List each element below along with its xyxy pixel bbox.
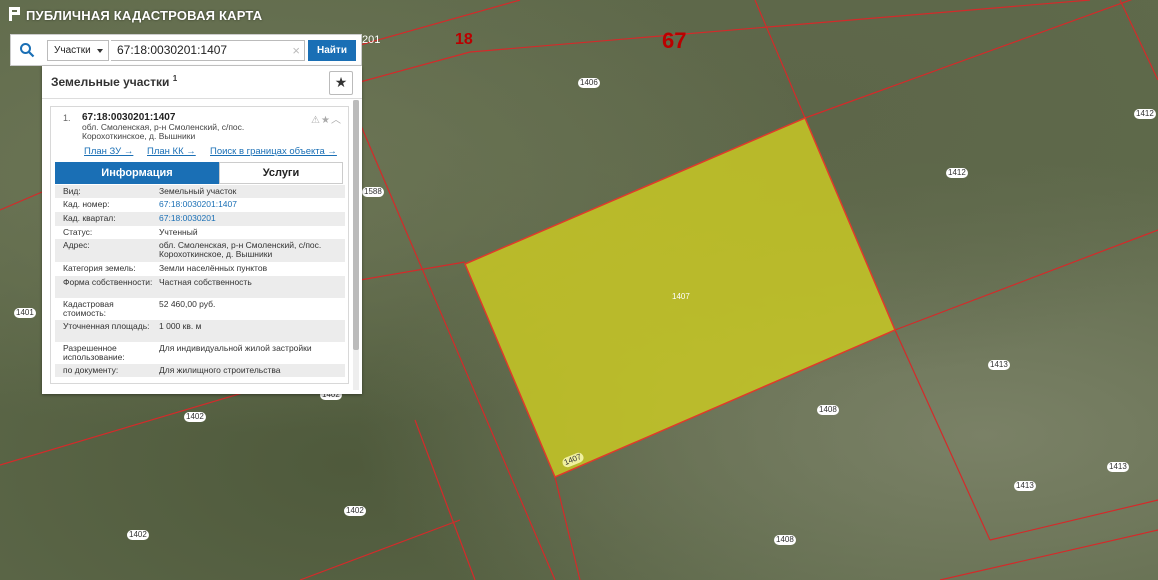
info-row: по документу: Для жилищного строительства xyxy=(55,364,345,377)
info-value-link[interactable]: 67:18:0030201:1407 xyxy=(159,200,339,209)
info-value: Частная собственность xyxy=(159,277,252,287)
info-key: Вид: xyxy=(63,186,81,196)
parcel-label[interactable]: 1588 xyxy=(362,187,384,197)
info-key: Кад. квартал: xyxy=(63,213,116,223)
search-scope-value: Участки xyxy=(54,45,91,56)
item-address: обл. Смоленская, р-н Смоленский, с/пос. … xyxy=(82,122,245,141)
parcel-label[interactable]: 1402 xyxy=(127,530,149,540)
app-title: ПУБЛИЧНАЯ КАДАСТРОВАЯ КАРТА xyxy=(26,8,263,23)
info-key: Адрес: xyxy=(63,240,90,250)
info-row: Разрешенное использование: Для индивидуал… xyxy=(55,342,345,364)
info-key: Форма собственности: xyxy=(63,277,153,287)
search-scope-dropdown[interactable]: Участки xyxy=(47,40,109,61)
info-key: Уточненная площадь: xyxy=(63,321,150,331)
panel-title-text: Земельные участки xyxy=(51,75,170,89)
favorite-button[interactable]: ★ xyxy=(329,71,353,95)
item-actions: ⚠★︿ xyxy=(311,111,342,126)
info-value: Для жилищного строительства xyxy=(159,365,281,375)
top-bar: ПУБЛИЧНАЯ КАДАСТРОВАЯ КАРТА xyxy=(0,0,1158,30)
star-icon[interactable]: ★ xyxy=(321,115,331,126)
info-row: Уточненная площадь: 1 000 кв. м xyxy=(55,320,345,342)
info-table: Вид: Земельный участок Кад. номер: 67:18:0… xyxy=(55,185,345,377)
info-row: Вид: Земельный участок xyxy=(55,185,345,198)
info-key: Разрешенное использование: xyxy=(63,343,125,362)
logo-icon xyxy=(9,7,20,21)
search-input-value: 67:18:0030201:1407 xyxy=(117,43,228,57)
plan-kk-link[interactable]: План КК → xyxy=(147,146,196,157)
info-key: Кадастровая стоимость: xyxy=(63,299,114,318)
plan-zu-link[interactable]: План ЗУ → xyxy=(84,146,133,157)
chevron-down-icon xyxy=(97,49,103,53)
info-row: Кадастровая стоимость: 52 460,00 руб. xyxy=(55,298,345,320)
info-row: Адрес: обл. Смоленская, р-н Смоленский, с… xyxy=(55,239,345,262)
quarter-label-201: 201 xyxy=(362,34,381,46)
find-button[interactable]: Найти xyxy=(308,40,356,61)
parcel-label[interactable]: 1402 xyxy=(184,412,206,422)
quarter-label-18: 18 xyxy=(455,31,473,48)
info-key: Категория земель: xyxy=(63,263,136,273)
info-key: Кад. номер: xyxy=(63,199,110,209)
info-key: по документу: xyxy=(63,365,119,375)
close-icon[interactable]: × xyxy=(292,41,300,60)
parcel-label[interactable]: 1412 xyxy=(946,168,968,178)
scrollbar[interactable] xyxy=(353,100,359,390)
info-value: Земельный участок xyxy=(159,186,237,196)
info-value: 52 460,00 руб. xyxy=(159,299,216,309)
panel-title: Земельные участки 1 xyxy=(51,74,177,89)
search-icon[interactable] xyxy=(19,42,35,58)
quarter-label-67: 67 xyxy=(662,28,687,53)
parcel-label[interactable]: 1406 xyxy=(578,78,600,88)
scroll-thumb[interactable] xyxy=(353,100,359,350)
parcel-label[interactable]: 1408 xyxy=(817,405,839,415)
parcel-label[interactable]: 1413 xyxy=(1107,462,1129,472)
info-value-link[interactable]: 67:18:0030201 xyxy=(159,214,339,223)
tab-info[interactable]: Информация xyxy=(55,162,219,184)
divider xyxy=(42,98,362,99)
parcel-label[interactable]: 1401 xyxy=(14,308,36,318)
info-row: Форма собственности: Частная собственност… xyxy=(55,276,345,298)
parcel-label[interactable]: 1402 xyxy=(344,506,366,516)
search-input[interactable]: 67:18:0030201:1407 × xyxy=(111,40,305,61)
results-panel: Земельные участки 1 ★ 1. 67:18:0030201:1… xyxy=(42,66,362,394)
item-number: 1. xyxy=(63,113,71,123)
parcel-label-selected[interactable]: 1407 xyxy=(670,292,692,302)
info-value: 1 000 кв. м xyxy=(159,321,202,331)
parcel-label[interactable]: 1413 xyxy=(988,360,1010,370)
result-count: 1 xyxy=(172,74,178,83)
info-value: Учтенный xyxy=(159,227,198,237)
parcel-label[interactable]: 1413 xyxy=(1014,481,1036,491)
result-card: 1. 67:18:0030201:1407 обл. Смоленская, р… xyxy=(50,106,349,384)
info-value: Земли населённых пунктов xyxy=(159,263,268,273)
search-bar: Участки 67:18:0030201:1407 × Найти xyxy=(10,34,362,66)
warning-icon[interactable]: ⚠ xyxy=(311,115,321,126)
info-value: обл. Смоленская, р-н Смоленский, с/пос. … xyxy=(159,240,322,259)
search-within-link[interactable]: Поиск в границах объекта → xyxy=(210,146,337,157)
info-row: Статус: Учтенный xyxy=(55,226,345,239)
parcel-label[interactable]: 1412 xyxy=(1134,109,1156,119)
info-value: Для индивидуальной жилой застройки xyxy=(159,343,312,353)
info-row: Кад. квартал: 67:18:0030201 xyxy=(55,212,345,226)
info-row: Кад. номер: 67:18:0030201:1407 xyxy=(55,198,345,212)
info-key: Статус: xyxy=(63,227,93,237)
info-row: Категория земель: Земли населённых пункто… xyxy=(55,262,345,276)
star-icon: ★ xyxy=(334,74,348,90)
chevron-up-icon[interactable]: ︿ xyxy=(331,115,342,126)
tab-services[interactable]: Услуги xyxy=(219,162,343,184)
parcel-label[interactable]: 1408 xyxy=(774,535,796,545)
